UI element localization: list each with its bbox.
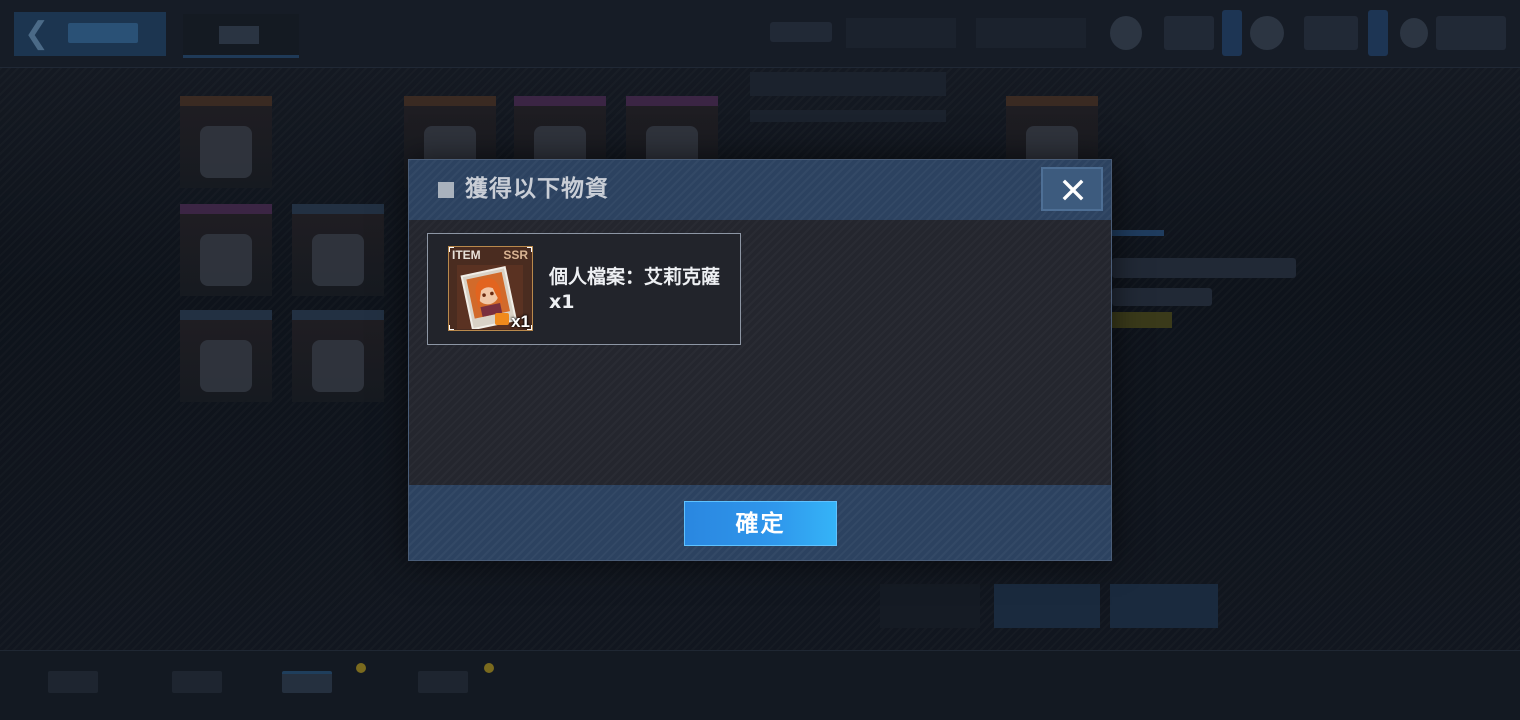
blurred-field — [846, 18, 956, 48]
dialog-title: 獲得以下物資 — [465, 176, 609, 202]
blurred-button — [880, 584, 980, 628]
dialog-header: 獲得以下物資 — [409, 160, 1111, 220]
bottom-tab-blurred — [48, 671, 98, 693]
bottom-tab-blurred — [172, 671, 222, 693]
blurred-highlight — [1112, 312, 1172, 328]
reward-item-name: 個人檔案：艾莉克薩x1 — [549, 266, 721, 313]
resource-icon — [1250, 16, 1284, 50]
confirm-button[interactable]: 確定 — [684, 501, 837, 546]
item-icon-frame[interactable]: ITEM SSR x1 — [448, 246, 533, 331]
item-rarity-label: SSR — [503, 248, 528, 262]
blurred-button — [1110, 584, 1218, 628]
dialog-body: ITEM SSR x1 個人檔案：艾莉克薩x1 — [409, 220, 1111, 485]
bg-item-tile — [180, 310, 272, 402]
back-chevron-icon: ❮ — [24, 16, 50, 51]
blurred-button — [994, 584, 1100, 628]
blurred-text — [1112, 258, 1296, 278]
blurred-text — [1112, 288, 1212, 306]
dialog-footer: 確定 — [409, 485, 1111, 560]
blurred-text — [1436, 16, 1506, 50]
close-icon — [1062, 179, 1084, 201]
resource-icon — [1110, 16, 1142, 50]
top-tab-active — [183, 14, 299, 58]
frame-corner — [527, 325, 532, 330]
confirm-label: 確定 — [735, 511, 786, 537]
top-bar: ❮ — [0, 0, 1520, 68]
item-type-label: ITEM — [452, 248, 481, 262]
frame-corner — [449, 325, 454, 330]
bg-item-tile — [292, 310, 384, 402]
blurred-text — [770, 22, 832, 42]
blurred-field — [976, 18, 1086, 48]
blurred-panel — [750, 72, 946, 96]
bg-item-tile — [180, 96, 272, 188]
back-label-blurred — [68, 23, 138, 43]
reward-item-card[interactable]: ITEM SSR x1 個人檔案：艾莉克薩x1 — [427, 233, 741, 345]
resource-icon — [1400, 18, 1428, 48]
bottom-tab-blurred — [282, 671, 332, 693]
blurred-accent — [1112, 230, 1164, 236]
bg-item-tile — [292, 204, 384, 296]
notification-dot — [356, 663, 366, 673]
blurred-plus — [1222, 10, 1242, 56]
blurred-plus — [1368, 10, 1388, 56]
notification-dot — [484, 663, 494, 673]
frame-corner — [449, 247, 454, 252]
blurred-text — [1164, 16, 1214, 50]
bottom-tab-blurred — [418, 671, 468, 693]
blurred-panel — [750, 110, 946, 122]
header-square-icon — [438, 182, 454, 198]
top-tab-label-blurred — [219, 26, 259, 44]
bottom-nav-bar — [0, 650, 1520, 720]
back-button: ❮ — [14, 12, 166, 56]
close-button[interactable] — [1041, 167, 1103, 211]
frame-corner — [527, 247, 532, 252]
blurred-text — [1304, 16, 1358, 50]
reward-dialog: 獲得以下物資 ITEM SSR x1 個人檔案：艾莉克薩x1 確定 — [408, 159, 1112, 561]
bg-item-tile — [180, 204, 272, 296]
